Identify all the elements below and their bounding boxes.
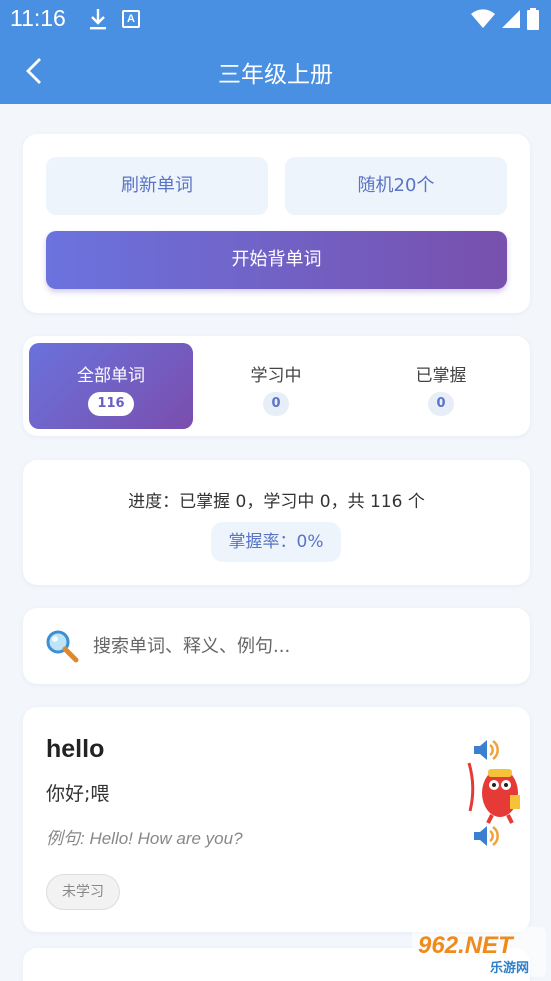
filter-tabs: 全部单词 116 学习中 0 已掌握 0 bbox=[23, 336, 530, 436]
mastery-rate-badge: 掌握率：0% bbox=[211, 522, 341, 562]
a-icon: A bbox=[122, 10, 140, 28]
search-bar bbox=[23, 608, 530, 684]
page-title: 三年级上册 bbox=[218, 62, 333, 88]
site-watermark-logo: 962.NET 乐游网 bbox=[412, 927, 546, 977]
status-bar: 11:16 A bbox=[0, 0, 551, 38]
battery-icon bbox=[527, 8, 539, 30]
word-text: hello bbox=[46, 735, 105, 763]
tab-count-badge: 0 bbox=[428, 392, 454, 416]
search-icon bbox=[46, 630, 79, 663]
app-bar: 11:16 A 三年级上册 bbox=[0, 0, 551, 104]
red-envelope-mascot-icon[interactable] bbox=[466, 757, 524, 825]
word-card[interactable]: hello 你好;喂 例句: Hello! How are you? 未学习 bbox=[23, 707, 530, 932]
watermark-text: 962.NET bbox=[418, 932, 515, 959]
start-memorize-button[interactable]: 开始背单词 bbox=[46, 231, 507, 289]
tab-label: 已掌握 bbox=[415, 366, 467, 386]
tab-label: 全部单词 bbox=[77, 366, 145, 386]
status-right bbox=[471, 8, 539, 30]
watermark-subtext: 乐游网 bbox=[490, 960, 529, 976]
tab-count-badge: 0 bbox=[263, 392, 289, 416]
progress-text: 进度：已掌握 0，学习中 0，共 116 个 bbox=[128, 492, 425, 512]
tab-count-badge: 116 bbox=[88, 392, 134, 416]
signal-icon bbox=[502, 10, 520, 28]
speaker-icon[interactable] bbox=[471, 821, 501, 851]
status-time: 11:16 bbox=[10, 5, 66, 31]
search-input[interactable] bbox=[93, 626, 513, 666]
action-card: 刷新单词 随机20个 开始背单词 bbox=[23, 134, 530, 313]
status-badge: 未学习 bbox=[46, 874, 120, 910]
refresh-words-button[interactable]: 刷新单词 bbox=[46, 157, 268, 215]
tab-label: 学习中 bbox=[250, 366, 302, 386]
tab-mastered[interactable]: 已掌握 0 bbox=[359, 343, 523, 429]
tab-learning[interactable]: 学习中 0 bbox=[194, 343, 358, 429]
download-icon bbox=[90, 9, 106, 30]
wifi-icon bbox=[471, 9, 495, 28]
tab-all-words[interactable]: 全部单词 116 bbox=[29, 343, 193, 429]
progress-card: 进度：已掌握 0，学习中 0，共 116 个 掌握率：0% bbox=[23, 460, 530, 585]
word-meaning: 你好;喂 bbox=[46, 783, 110, 805]
random-20-button[interactable]: 随机20个 bbox=[285, 157, 507, 215]
word-example: 例句: Hello! How are you? bbox=[46, 829, 243, 848]
